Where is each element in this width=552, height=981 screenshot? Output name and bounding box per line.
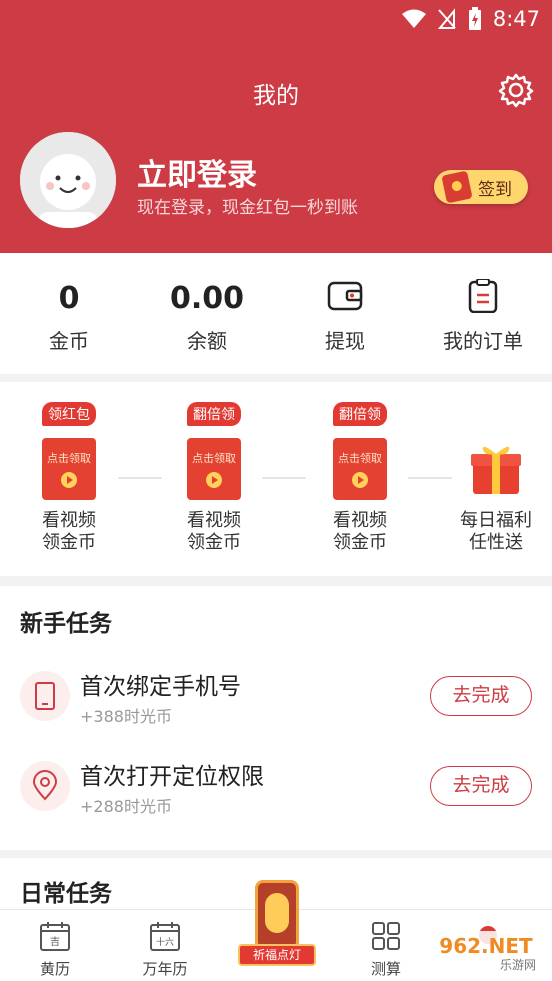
reward-tag: 翻倍领	[187, 402, 241, 426]
wifi-icon	[401, 9, 426, 28]
task-row: 首次绑定手机号 +388时光币 去完成	[0, 661, 552, 731]
withdraw-icon	[327, 281, 363, 311]
reward-line1: 看视频	[333, 510, 387, 531]
gear-icon[interactable]	[498, 72, 534, 108]
balance-label: 余额	[187, 329, 227, 353]
reward-line1: 看视频	[42, 510, 96, 531]
tab-almanac[interactable]: 吉 黄历	[0, 910, 110, 981]
newbie-tasks-section: 新手任务 首次绑定手机号 +388时光币 去完成 首次打开定位权限 +288时光…	[0, 586, 552, 850]
complete-button[interactable]: 去完成	[430, 676, 532, 716]
withdraw-stat[interactable]: 提现	[276, 253, 414, 374]
watermark-subtext: 乐游网	[500, 958, 536, 972]
reward-line2: 领金币	[333, 532, 387, 553]
task-reward: +288时光币	[80, 797, 172, 816]
bottom-tab-bar: 吉 黄历 十六 万年历 祈福点灯 测算 962.NET 乐游网	[0, 880, 552, 981]
watermark-text: 962.NET	[439, 934, 533, 958]
coins-value: 0	[58, 281, 80, 316]
signin-button[interactable]: 签到	[434, 170, 528, 204]
no-signal-icon	[437, 8, 456, 29]
orders-icon	[468, 279, 498, 313]
site-watermark-logo: 962.NET 乐游网	[428, 926, 544, 972]
red-packet-icon: 点击领取	[333, 438, 387, 500]
location-icon	[32, 770, 58, 801]
red-packet-text: 点击领取	[47, 452, 91, 465]
withdraw-label: 提现	[325, 329, 365, 353]
play-icon	[61, 472, 77, 488]
section-title: 新手任务	[20, 611, 112, 637]
section-title: 日常任务	[20, 881, 112, 907]
play-icon	[206, 472, 222, 488]
balance-value: 0.00	[169, 281, 245, 316]
lantern-icon	[255, 880, 299, 950]
login-title[interactable]: 立即登录	[137, 150, 257, 194]
orders-label: 我的订单	[443, 329, 523, 353]
reward-strip: 领红包 点击领取 看视频 领金币 翻倍领 点击领取 看视频 领金币 翻倍领 点击…	[0, 382, 552, 576]
task-row: 首次打开定位权限 +288时光币 去完成	[0, 751, 552, 821]
profile-header: 8:47 我的 立即登录 现在登录，现金红包一秒到账 签到	[0, 0, 552, 253]
reward-line2: 领金币	[187, 532, 241, 553]
page-title: 我的	[253, 83, 299, 109]
red-packet-text: 点击领取	[338, 452, 382, 465]
calendar-icon-text: 十六	[156, 936, 174, 948]
coins-stat[interactable]: 0 金币	[0, 253, 138, 374]
divider	[262, 477, 306, 479]
task-name: 首次打开定位权限	[80, 764, 264, 790]
red-packet-text: 点击领取	[192, 452, 236, 465]
red-envelope-icon	[441, 170, 473, 204]
tab-label: 黄历	[39, 960, 70, 978]
calendar-icon: 十六	[150, 922, 180, 951]
account-stats: 0 金币 0.00 余额 提现 我的订单	[0, 253, 552, 374]
red-packet-icon: 点击领取	[187, 438, 241, 500]
reward-line2: 领金币	[42, 532, 96, 553]
calendar-icon: 吉	[40, 922, 70, 951]
divider	[408, 477, 452, 479]
reward-line2: 任性送	[469, 532, 523, 553]
complete-button[interactable]: 去完成	[430, 766, 532, 806]
balance-stat[interactable]: 0.00 余额	[138, 253, 276, 374]
reward-tag: 领红包	[42, 402, 96, 426]
status-time: 8:47	[492, 7, 540, 31]
tab-pray-lantern[interactable]: 祈福点灯	[221, 880, 331, 980]
orders-stat[interactable]: 我的订单	[414, 253, 552, 374]
tab-label: 万年历	[142, 960, 188, 978]
avatar-face-icon	[20, 132, 116, 228]
task-reward: +388时光币	[80, 707, 172, 726]
calendar-icon-text: 吉	[50, 936, 60, 948]
reward-tag: 翻倍领	[333, 402, 387, 426]
divider	[118, 477, 162, 479]
login-subtitle: 现在登录，现金红包一秒到账	[137, 198, 358, 218]
phone-icon	[35, 682, 55, 710]
pray-label: 祈福点灯	[238, 944, 316, 966]
coins-label: 金币	[49, 329, 89, 353]
signin-label: 签到	[478, 179, 512, 200]
play-icon	[352, 472, 368, 488]
avatar[interactable]	[20, 132, 116, 228]
status-bar: 8:47	[0, 0, 552, 40]
grid-icon	[372, 922, 400, 950]
task-name: 首次绑定手机号	[80, 674, 241, 700]
battery-icon	[468, 7, 481, 30]
reward-line1: 看视频	[187, 510, 241, 531]
reward-line1: 每日福利	[460, 510, 532, 531]
gift-icon	[471, 446, 521, 494]
red-packet-icon: 点击领取	[42, 438, 96, 500]
tab-calendar[interactable]: 十六 万年历	[110, 910, 220, 981]
